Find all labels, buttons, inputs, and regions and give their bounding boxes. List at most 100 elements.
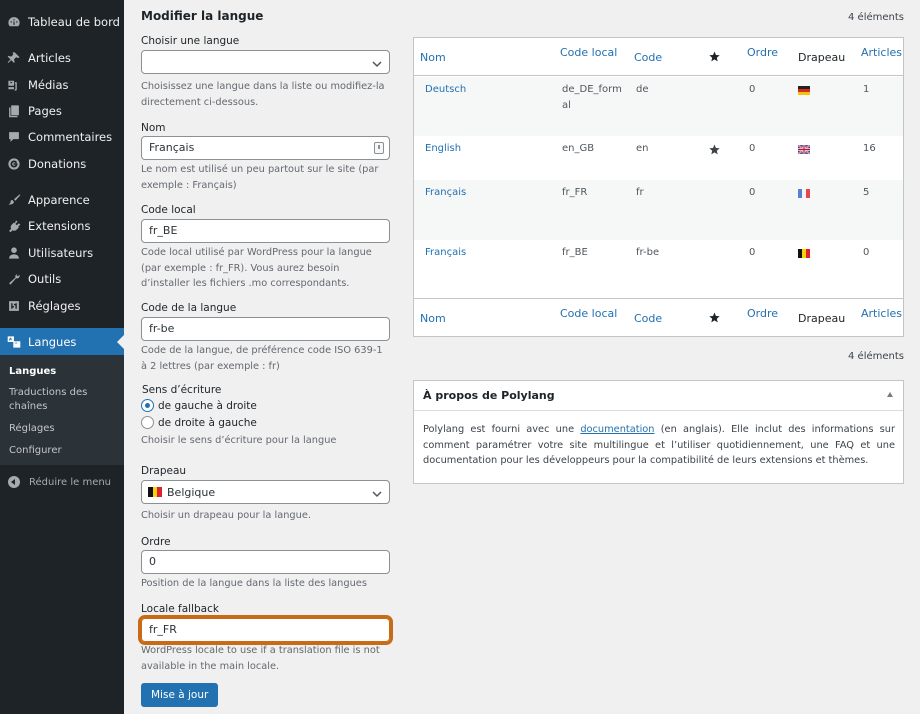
france-flag-icon	[798, 189, 810, 198]
name-description: Le nom est utilisé un peu partout sur le…	[141, 164, 379, 191]
order-input[interactable]: 0	[141, 550, 390, 574]
name-label: Nom	[141, 122, 166, 134]
collapse-menu-button[interactable]: Réduire le menu	[0, 472, 124, 492]
column-order[interactable]: Ordre	[747, 46, 778, 59]
sidebar-item-extensions[interactable]: Extensions	[0, 213, 124, 239]
column-order[interactable]: Ordre	[747, 307, 778, 320]
uk-flag-icon	[798, 145, 810, 154]
direction-label: Sens d’écriture	[142, 384, 222, 396]
table-footer: Nom Code local Code Ordre Drapeau Articl…	[414, 298, 903, 336]
posts-cell: 5	[863, 187, 870, 198]
column-name[interactable]: Nom	[420, 312, 446, 325]
about-header[interactable]: À propos de Polylang	[414, 381, 903, 411]
submenu-item-string-translations[interactable]: Traductions des chaînes	[9, 386, 109, 414]
translation-icon	[7, 335, 21, 349]
sidebar-item-dashboard[interactable]: Tableau de bord	[0, 9, 124, 35]
star-icon	[709, 312, 720, 323]
direction-rtl-label: de droite à gauche	[158, 416, 257, 429]
sidebar-item-label: Donations	[28, 157, 87, 171]
sidebar-item-articles[interactable]: Articles	[0, 45, 124, 71]
sidebar-item-label: Apparence	[28, 193, 90, 207]
column-posts[interactable]: Articles	[861, 307, 902, 320]
language-code-value: fr-be	[149, 322, 175, 335]
languages-submenu: Langues Traductions des chaînes Réglages…	[0, 355, 124, 465]
fallback-label: Locale fallback	[141, 603, 219, 615]
column-locale[interactable]: Code local	[560, 46, 617, 59]
collapse-toggle-icon[interactable]	[887, 392, 893, 397]
sidebar-item-label: Tableau de bord	[28, 15, 120, 29]
about-polylang-box: À propos de Polylang Polylang est fourni…	[413, 380, 904, 484]
donation-icon	[7, 157, 21, 171]
germany-flag-icon	[798, 86, 810, 95]
update-button[interactable]: Mise à jour	[141, 683, 219, 707]
locale-description: Code local utilisé par WordPress pour la…	[141, 247, 372, 289]
order-cell: 0	[749, 187, 756, 198]
submenu-item-languages[interactable]: Langues	[9, 365, 56, 379]
order-cell: 0	[749, 143, 756, 154]
chevron-down-icon	[372, 58, 382, 68]
fallback-input[interactable]: fr_FR	[138, 615, 393, 645]
language-code-input[interactable]: fr-be	[141, 317, 390, 341]
order-cell: 0	[749, 247, 756, 258]
sidebar-item-label: Réglages	[28, 299, 81, 313]
user-icon	[7, 246, 21, 260]
locale-cell: fr_BE	[562, 247, 588, 258]
items-count-top: 4 éléments	[848, 12, 904, 23]
order-cell: 0	[749, 84, 756, 95]
table-row: Français fr_BE fr-be 0 0	[414, 240, 903, 298]
submenu-item-settings[interactable]: Réglages	[9, 422, 55, 436]
flag-value: Belgique	[167, 485, 216, 499]
posts-cell: 16	[863, 143, 876, 154]
column-name[interactable]: Nom	[420, 51, 446, 64]
fallback-description: WordPress locale to use if a translation…	[141, 645, 380, 672]
sidebar-item-label: Articles	[28, 51, 71, 65]
sidebar-item-comments[interactable]: Commentaires	[0, 124, 124, 150]
chevron-down-icon	[372, 488, 382, 498]
sidebar-item-medias[interactable]: Médias	[0, 72, 124, 98]
code-cell: de	[636, 84, 649, 95]
choose-language-select[interactable]	[141, 50, 390, 74]
sidebar-item-pages[interactable]: Pages	[0, 98, 124, 124]
about-text: Polylang est fourni avec une documentati…	[423, 422, 895, 469]
locale-input[interactable]: fr_BE	[141, 219, 390, 243]
column-locale[interactable]: Code local	[560, 307, 617, 320]
languages-table: Nom Code local Code Ordre Drapeau Articl…	[413, 37, 904, 337]
language-name-link[interactable]: Deutsch	[425, 82, 466, 98]
column-code[interactable]: Code	[634, 312, 662, 325]
posts-cell: 1	[863, 84, 870, 95]
code-cell: fr	[636, 187, 644, 198]
fallback-value: fr_FR	[149, 623, 177, 636]
language-name-link[interactable]: English	[425, 141, 461, 157]
direction-description: Choisir le sens d’écriture pour la langu…	[141, 435, 337, 446]
sidebar-item-languages[interactable]: Langues	[0, 328, 124, 356]
flag-select[interactable]: Belgique	[141, 480, 390, 504]
paintbrush-icon	[7, 193, 21, 207]
form-title: Modifier la langue	[141, 9, 264, 23]
sidebar-item-users[interactable]: Utilisateurs	[0, 240, 124, 266]
sidebar-item-appearance[interactable]: Apparence	[0, 187, 124, 213]
column-flag: Drapeau	[798, 312, 846, 325]
table-row: Français fr_FR fr 0 5	[414, 180, 903, 240]
radio-checked[interactable]	[141, 399, 154, 412]
radio-unchecked[interactable]	[141, 416, 154, 429]
flag-description: Choisir un drapeau pour la langue.	[141, 510, 311, 521]
documentation-link[interactable]: documentation	[580, 424, 654, 435]
sidebar-item-tools[interactable]: Outils	[0, 266, 124, 292]
column-code[interactable]: Code	[634, 51, 662, 64]
keyboard-icon[interactable]	[374, 142, 384, 154]
table-row: Deutsch de_DE_formal de 0 1	[414, 77, 903, 136]
plugin-icon	[7, 219, 21, 233]
posts-cell: 0	[863, 247, 870, 258]
language-code-description: Code de la langue, de préférence code IS…	[141, 345, 383, 372]
direction-rtl-radio[interactable]: de droite à gauche	[141, 416, 257, 429]
language-name-link[interactable]: Français	[425, 185, 466, 201]
language-name-link[interactable]: Français	[425, 245, 466, 261]
name-input[interactable]: Français	[141, 136, 390, 160]
direction-ltr-radio[interactable]: de gauche à droite	[141, 399, 257, 412]
submenu-item-setup[interactable]: Configurer	[9, 444, 62, 458]
sidebar-item-donations[interactable]: Donations	[0, 151, 124, 177]
sidebar-item-settings[interactable]: Réglages	[0, 293, 124, 319]
collapse-menu-label: Réduire le menu	[29, 476, 112, 488]
sidebar-item-label: Commentaires	[28, 130, 113, 144]
column-posts[interactable]: Articles	[861, 46, 902, 59]
